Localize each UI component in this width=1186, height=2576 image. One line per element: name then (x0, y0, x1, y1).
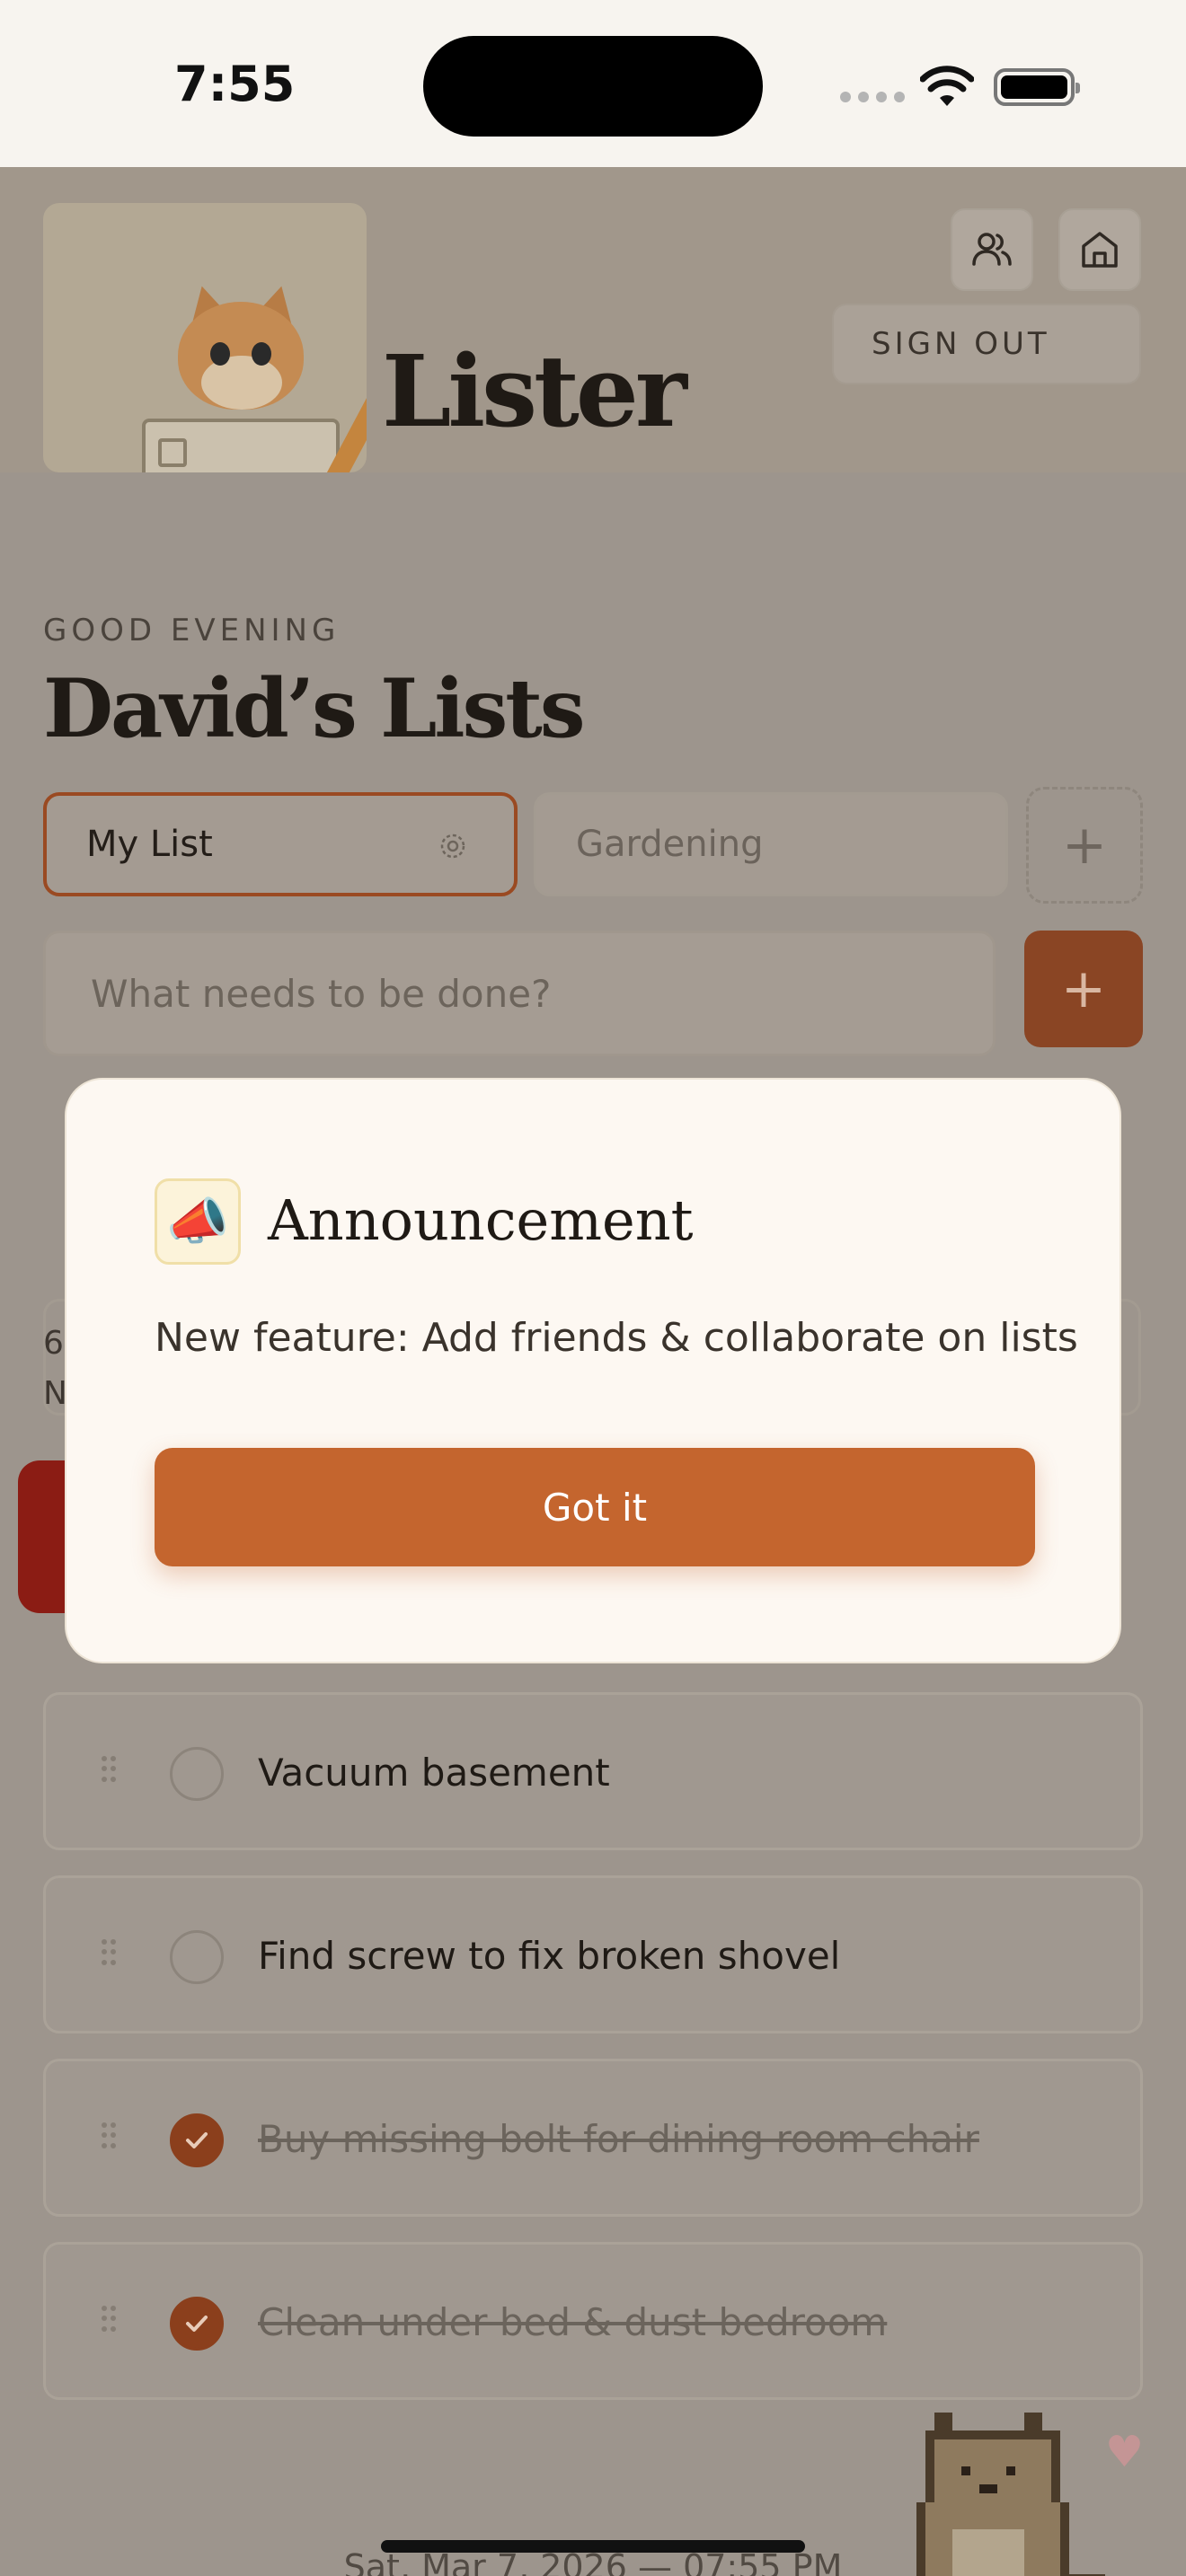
megaphone-icon: 📣 (155, 1178, 241, 1265)
task-row[interactable]: Vacuum basement (43, 1692, 1143, 1850)
tab-label: My List (86, 824, 213, 865)
cat-mascot-logo (43, 203, 367, 472)
sign-out-button[interactable]: SIGN OUT (832, 304, 1141, 384)
stats-text: 6 N (43, 1319, 67, 1419)
task-label: Buy missing bolt for dining room chair (258, 2117, 979, 2161)
status-time: 7:55 (174, 56, 296, 112)
greeting: GOOD EVENING (43, 613, 341, 648)
dynamic-island (423, 36, 763, 137)
battery-icon (994, 68, 1080, 106)
stats-line-1: 6 (43, 1325, 64, 1362)
app-title: Lister (382, 333, 687, 449)
add-list-button[interactable]: + (1026, 787, 1143, 904)
heart-icon: ♥ (1105, 2427, 1145, 2477)
modal-title: Announcement (268, 1187, 694, 1253)
task-row[interactable]: Clean under bed & dust bedroom (43, 2242, 1143, 2400)
checkmark-icon (186, 2132, 208, 2148)
task-row[interactable]: Find screw to fix broken shovel (43, 1875, 1143, 2033)
new-task-input[interactable]: What needs to be done? (43, 931, 996, 1056)
home-indicator[interactable] (381, 2540, 805, 2553)
task-checkbox[interactable] (170, 1747, 224, 1801)
task-checkbox-checked[interactable] (170, 2297, 224, 2351)
header: Lister SIGN OUT (0, 167, 1186, 472)
drag-handle-icon[interactable] (102, 2122, 116, 2149)
drag-handle-icon[interactable] (102, 1939, 116, 1966)
home-button[interactable] (1058, 208, 1141, 291)
home-icon (1082, 232, 1118, 268)
tab-gardening[interactable]: Gardening (534, 792, 1008, 896)
status-bar: 7:55 (0, 0, 1186, 167)
modal-message: New feature: Add friends & collaborate o… (155, 1315, 1078, 1361)
drag-handle-icon[interactable] (102, 2306, 116, 2333)
red-side-tab[interactable] (18, 1460, 72, 1613)
tab-my-list[interactable]: My List (43, 792, 518, 896)
cellular-signal-icon (840, 92, 905, 102)
announcement-modal: 📣 Announcement New feature: Add friends … (65, 1078, 1121, 1663)
wifi-icon (920, 66, 974, 106)
task-checkbox-checked[interactable] (170, 2113, 224, 2167)
page-title: David’s Lists (43, 661, 585, 756)
drag-handle-icon[interactable] (102, 1756, 116, 1783)
task-label: Clean under bed & dust bedroom (258, 2300, 888, 2344)
tab-label: Gardening (576, 824, 764, 865)
stats-line-2: N (43, 1375, 67, 1412)
list-settings-icon[interactable] (437, 830, 469, 862)
task-label: Find screw to fix broken shovel (258, 1934, 841, 1978)
got-it-button[interactable]: Got it (155, 1448, 1035, 1566)
task-row[interactable]: Buy missing bolt for dining room chair (43, 2059, 1143, 2217)
users-icon (972, 233, 1012, 266)
friends-button[interactable] (951, 208, 1033, 291)
task-label: Vacuum basement (258, 1751, 610, 1795)
checkmark-icon (186, 2316, 208, 2332)
add-task-button[interactable]: + (1024, 931, 1143, 1047)
task-checkbox[interactable] (170, 1930, 224, 1984)
